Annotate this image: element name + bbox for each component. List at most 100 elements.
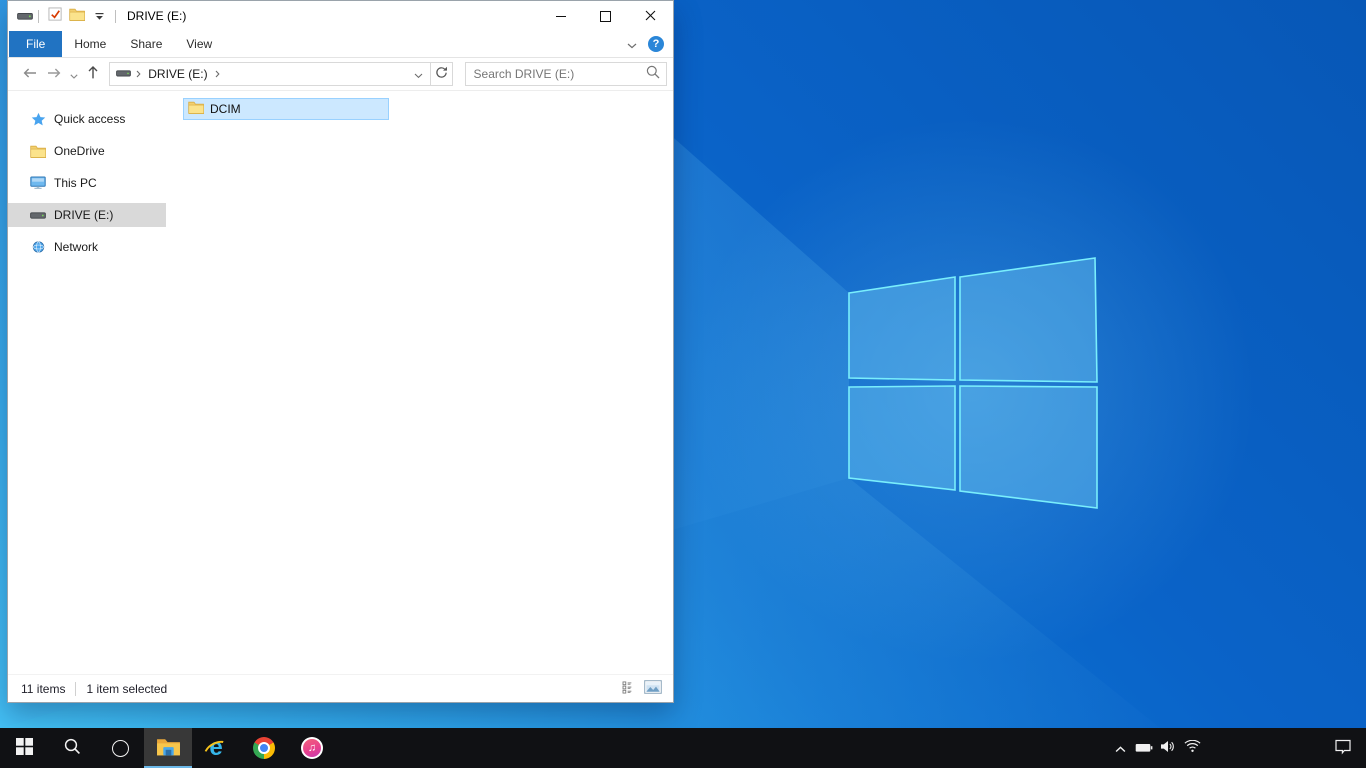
window-drive-icon <box>17 12 33 21</box>
desktop: DRIVE (E:) File Home Share View ? DRIVE … <box>0 0 1366 768</box>
customize-qat-dropdown-icon <box>95 9 104 24</box>
new-folder-icon <box>69 8 86 24</box>
network-globe-icon <box>30 240 46 254</box>
qat-new-folder-button[interactable] <box>66 5 88 27</box>
refresh-button[interactable] <box>430 62 453 86</box>
breadcrumb-chevron-icon <box>215 70 220 78</box>
maximize-icon <box>600 10 611 22</box>
ribbon-right-controls: ? <box>627 31 673 57</box>
tab-view[interactable]: View <box>174 31 224 57</box>
tray-show-hidden-icons-button[interactable] <box>1108 728 1132 768</box>
address-bar[interactable]: DRIVE (E:) <box>109 62 431 86</box>
tab-file[interactable]: File <box>9 31 63 57</box>
tray-wifi-button[interactable] <box>1180 728 1204 768</box>
taskbar-search-button[interactable] <box>48 728 96 768</box>
cortana-icon <box>111 739 129 757</box>
recent-locations-button[interactable] <box>66 62 82 86</box>
help-question-icon: ? <box>648 36 664 52</box>
recent-locations-chevron-icon <box>69 67 78 82</box>
details-view-icon <box>622 681 637 697</box>
wifi-icon <box>1184 739 1201 756</box>
sidebar-item-drive-e[interactable]: DRIVE (E:) <box>8 203 166 227</box>
selection-count: 1 item selected <box>86 681 168 696</box>
sidebar-item-onedrive[interactable]: OneDrive <box>8 139 166 163</box>
file-explorer-icon <box>156 737 181 760</box>
tab-share[interactable]: Share <box>118 31 174 57</box>
minimize-icon <box>555 15 566 17</box>
sidebar-item-label: Quick access <box>54 112 126 126</box>
file-list-area[interactable]: DCIM <box>166 91 673 674</box>
address-history-dropdown-button[interactable] <box>410 63 428 85</box>
details-view-button[interactable] <box>621 680 638 698</box>
file-item-label: DCIM <box>210 102 241 116</box>
sidebar-item-network[interactable]: Network <box>8 235 166 259</box>
properties-check-icon <box>47 7 63 25</box>
statusbar-divider <box>75 681 77 696</box>
titlebar-separator <box>115 9 116 23</box>
sidebar-item-label: This PC <box>54 176 97 190</box>
taskbar-itunes-button[interactable]: ♫ <box>288 728 336 768</box>
navigation-bar: DRIVE (E:) <box>8 58 673 91</box>
help-button[interactable]: ? <box>648 36 664 52</box>
caption-buttons <box>538 1 673 31</box>
maximize-button[interactable] <box>583 1 628 31</box>
start-icon <box>15 738 33 758</box>
qat-properties-button[interactable] <box>44 5 66 27</box>
sidebar-item-label: DRIVE (E:) <box>54 208 114 222</box>
qat-customize-button[interactable] <box>88 5 110 27</box>
titlebar-separator <box>38 9 39 23</box>
minimize-button[interactable] <box>538 1 583 31</box>
refresh-icon <box>435 66 448 82</box>
quick-access-star-icon <box>30 112 46 127</box>
up-button[interactable] <box>81 62 105 86</box>
taskbar-chrome-button[interactable] <box>240 728 288 768</box>
action-center-icon <box>1334 739 1352 758</box>
drive-icon <box>30 211 46 220</box>
close-button[interactable] <box>628 1 673 31</box>
battery-icon <box>1135 741 1153 756</box>
view-toggle-buttons <box>621 679 663 698</box>
search-icon[interactable] <box>646 65 660 84</box>
sidebar-item-label: OneDrive <box>54 144 105 158</box>
forward-arrow-icon <box>46 66 62 83</box>
ribbon-collapse-button[interactable] <box>627 37 637 52</box>
chevron-down-icon <box>414 67 423 82</box>
folder-icon <box>30 145 46 158</box>
folder-icon <box>188 101 205 117</box>
action-center-button[interactable] <box>1320 728 1366 768</box>
window-title: DRIVE (E:) <box>127 9 187 23</box>
up-arrow-icon <box>86 65 100 83</box>
this-pc-monitor-icon <box>30 176 46 190</box>
file-explorer-window: DRIVE (E:) File Home Share View ? DRIVE … <box>7 0 674 703</box>
tray-battery-button[interactable] <box>1132 728 1156 768</box>
sidebar-item-label: Network <box>54 240 99 254</box>
close-icon <box>645 9 656 24</box>
chevron-down-icon <box>627 37 637 52</box>
window-body: Quick access OneDrive This PC DRIVE (E:)… <box>8 91 673 674</box>
breadcrumb-drive[interactable]: DRIVE (E:) <box>146 67 209 81</box>
start-button[interactable] <box>0 728 48 768</box>
item-count: 11 items <box>21 681 66 696</box>
system-tray <box>1108 728 1366 768</box>
forward-button[interactable] <box>42 62 66 86</box>
back-arrow-icon <box>22 66 38 83</box>
search-input[interactable] <box>471 66 646 82</box>
back-button[interactable] <box>18 62 42 86</box>
breadcrumb-chevron-icon <box>136 70 141 78</box>
cortana-button[interactable] <box>96 728 144 768</box>
sidebar-item-quick-access[interactable]: Quick access <box>8 107 166 131</box>
sidebar: Quick access OneDrive This PC DRIVE (E:)… <box>8 91 166 674</box>
taskbar-file-explorer-button[interactable] <box>144 728 192 768</box>
taskbar-internet-explorer-button[interactable]: e <box>192 728 240 768</box>
sidebar-item-this-pc[interactable]: This PC <box>8 171 166 195</box>
tray-volume-button[interactable] <box>1156 728 1180 768</box>
ribbon-tabs: File Home Share View ? <box>8 31 673 58</box>
titlebar[interactable]: DRIVE (E:) <box>8 1 673 31</box>
hidden-icons-chevron-icon <box>1115 741 1126 756</box>
large-icons-view-button[interactable] <box>643 679 663 698</box>
tab-home[interactable]: Home <box>62 31 118 57</box>
file-item-dcim[interactable]: DCIM <box>183 98 389 120</box>
chrome-icon <box>253 737 275 759</box>
itunes-icon: ♫ <box>301 737 323 759</box>
internet-explorer-icon: e <box>200 735 234 767</box>
